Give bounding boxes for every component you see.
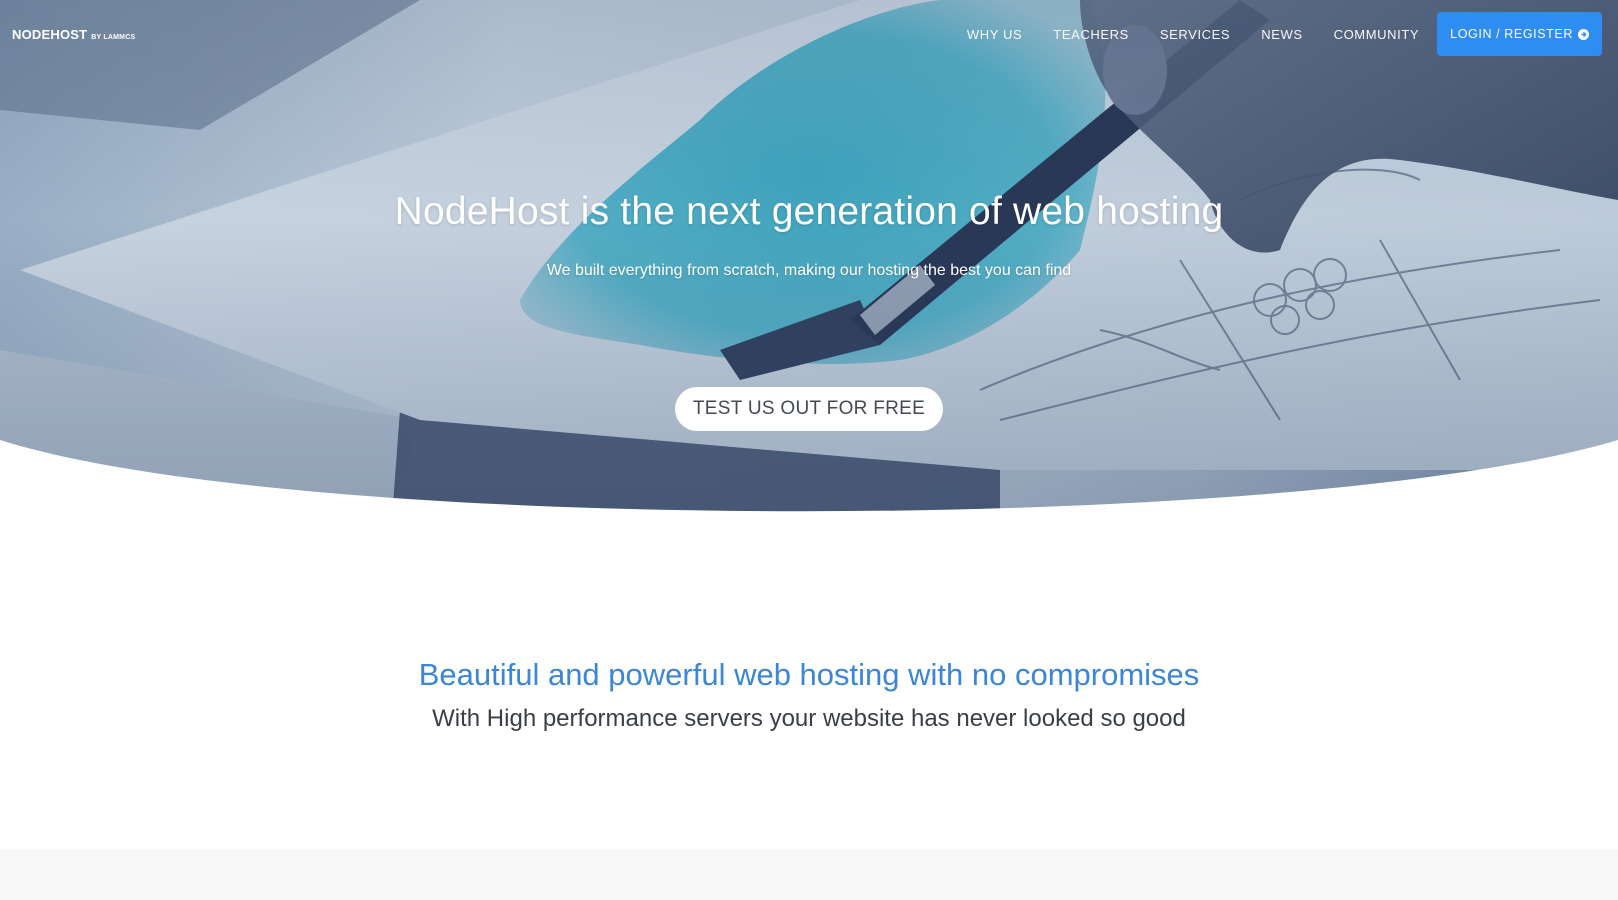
section-title: Beautiful and powerful web hosting with …: [418, 657, 1200, 692]
login-register-label: LOGIN / REGISTER: [1450, 27, 1573, 41]
next-section-band: [0, 849, 1618, 900]
main-nav: WHY US TEACHERS SERVICES NEWS COMMUNITY …: [967, 12, 1602, 56]
nav-link-why-us[interactable]: WHY US: [967, 27, 1022, 42]
arrow-circle-right-icon: [1578, 28, 1589, 40]
brand-name: NODEHOST: [12, 27, 88, 42]
brand-logo[interactable]: NODEHOST BY LAMMCS: [12, 27, 135, 42]
nav-link-teachers[interactable]: TEACHERS: [1053, 27, 1129, 42]
brand-sub: BY LAMMCS: [91, 34, 136, 41]
nav-link-services[interactable]: SERVICES: [1160, 27, 1230, 42]
nav-link-community[interactable]: COMMUNITY: [1334, 27, 1420, 42]
section-subtitle: With High performance servers your websi…: [432, 705, 1186, 732]
login-register-button[interactable]: LOGIN / REGISTER: [1437, 12, 1602, 56]
hero-subtitle: We built everything from scratch, making…: [546, 262, 1072, 279]
nav-link-news[interactable]: NEWS: [1261, 27, 1302, 42]
hero-curve-divider: [0, 440, 1618, 545]
free-trial-button[interactable]: TEST US OUT FOR FREE: [675, 387, 943, 431]
hero-title: NodeHost is the next generation of web h…: [394, 190, 1224, 233]
